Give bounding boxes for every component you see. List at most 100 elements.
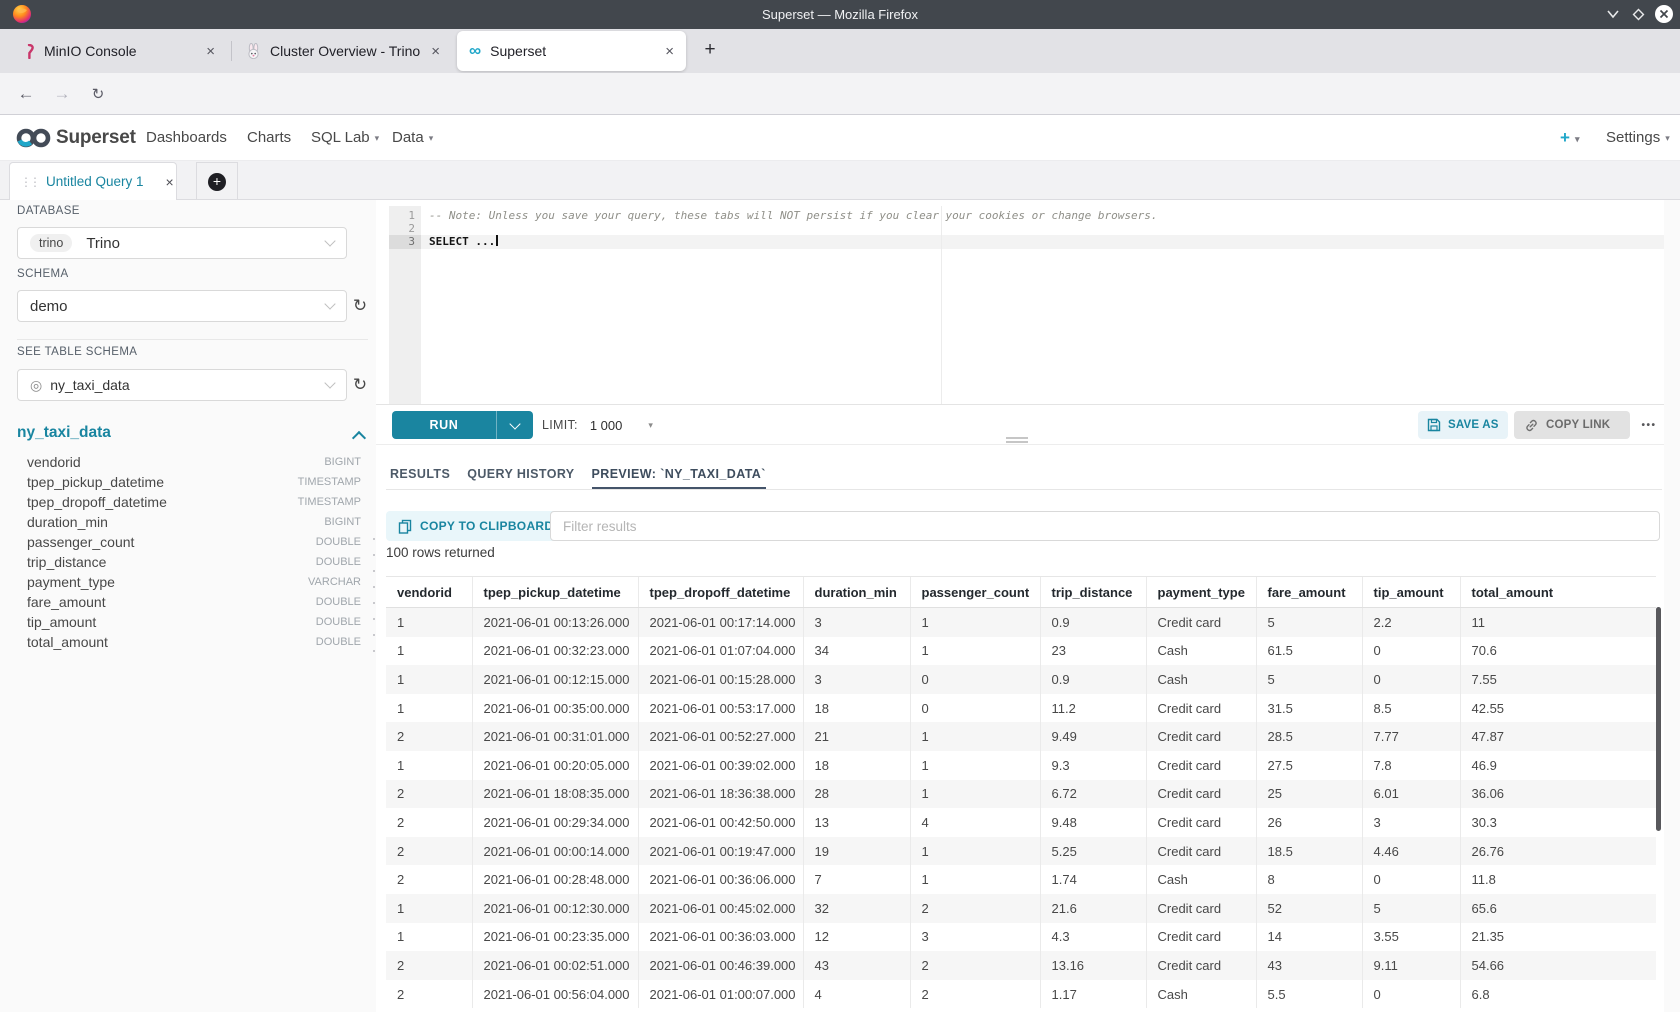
results-cell: 32: [803, 894, 910, 923]
forward-button[interactable]: →: [48, 73, 76, 114]
results-row: 22021-06-01 18:08:35.0002021-06-01 18:36…: [386, 780, 1656, 809]
results-cell: 36.06: [1460, 780, 1656, 809]
results-cell: 2.2: [1362, 608, 1460, 637]
pane-resize-handle[interactable]: [1006, 437, 1028, 444]
reload-button[interactable]: ↻: [84, 73, 112, 114]
results-cell: 5.25: [1040, 837, 1146, 866]
copy-to-clipboard-button[interactable]: COPY TO CLIPBOARD: [386, 511, 565, 541]
results-header-cell[interactable]: trip_distance: [1040, 577, 1146, 608]
drag-handle-icon[interactable]: ⋮⋮: [20, 175, 38, 189]
database-label: DATABASE: [17, 205, 80, 217]
results-cell: 2: [910, 980, 1040, 1009]
minimize-button[interactable]: [1606, 9, 1620, 19]
south-tab-query-history[interactable]: QUERY HISTORY: [467, 467, 574, 490]
copy-link-button[interactable]: COPY LINK: [1514, 411, 1630, 439]
results-header-cell[interactable]: total_amount: [1460, 577, 1656, 608]
results-header-cell[interactable]: passenger_count: [910, 577, 1040, 608]
sidebar-resize-handle[interactable]: [373, 538, 375, 656]
database-select[interactable]: trino Trino: [17, 227, 347, 259]
results-cell: 2021-06-01 00:17:14.000: [638, 608, 803, 637]
results-cell: 0: [1362, 865, 1460, 894]
south-tab-preview-ny-taxi-data[interactable]: PREVIEW: `NY_TAXI_DATA`: [592, 467, 766, 490]
schema-column-name: duration_min: [17, 514, 108, 530]
sql-comment-line[interactable]: -- Note: Unless you save your query, the…: [429, 209, 1157, 222]
tab-close-icon[interactable]: ×: [665, 44, 674, 59]
results-cell: 4.46: [1362, 837, 1460, 866]
schema-column-name: total_amount: [17, 634, 108, 650]
results-cell: 2: [386, 951, 472, 980]
tabs-bottom-border: [386, 489, 1662, 490]
sql-select-line[interactable]: SELECT ...: [429, 235, 498, 248]
results-cell: 2021-06-01 00:42:50.000: [638, 808, 803, 837]
results-cell: 2021-06-01 00:12:30.000: [472, 894, 638, 923]
results-cell: Cash: [1146, 665, 1256, 694]
run-options-chevron[interactable]: [497, 423, 533, 428]
maximize-button[interactable]: [1632, 8, 1645, 21]
back-button[interactable]: ←: [12, 73, 40, 114]
chevron-down-icon: [324, 377, 335, 388]
south-tab-results[interactable]: RESULTS: [390, 467, 450, 490]
results-header-cell[interactable]: tpep_pickup_datetime: [472, 577, 638, 608]
results-cell: 1: [910, 722, 1040, 751]
limit-dropdown[interactable]: LIMIT: 1 000 ▾: [542, 411, 653, 439]
more-actions-button[interactable]: •••: [1636, 411, 1662, 439]
results-cell: 1: [910, 751, 1040, 780]
schema-column-type: DOUBLE: [316, 616, 361, 628]
results-cell: 9.49: [1040, 722, 1146, 751]
results-header-cell[interactable]: tip_amount: [1362, 577, 1460, 608]
results-cell: 34: [803, 637, 910, 666]
filter-results-input[interactable]: [550, 511, 1660, 541]
settings-menu[interactable]: Settings▾: [1606, 115, 1670, 161]
run-query-button[interactable]: RUN: [392, 411, 533, 439]
results-cell: 3: [803, 665, 910, 694]
schema-column-row: tpep_pickup_datetimeTIMESTAMP: [17, 472, 361, 492]
tab-close-icon[interactable]: ×: [431, 44, 440, 59]
browser-tab-minio[interactable]: MinIO Console ×: [9, 31, 227, 71]
results-cell: 0: [1362, 637, 1460, 666]
nav-item-dashboards[interactable]: Dashboards: [146, 115, 227, 160]
schema-value: demo: [30, 298, 68, 315]
schema-column-row: trip_distanceDOUBLE: [17, 552, 361, 572]
new-tab-button[interactable]: +: [697, 37, 723, 63]
table-scrollbar-thumb[interactable]: [1656, 607, 1661, 831]
results-cell: Credit card: [1146, 751, 1256, 780]
query-tab-untitled[interactable]: ⋮⋮ Untitled Query 1 ×: [9, 162, 177, 200]
refresh-schema-icon[interactable]: ↻: [350, 296, 370, 316]
results-cell: 0: [910, 665, 1040, 694]
table-name-heading[interactable]: ny_taxi_data: [17, 424, 111, 442]
results-cell: 2: [910, 894, 1040, 923]
database-type-badge: trino: [30, 234, 72, 252]
add-new-button[interactable]: +▾: [1560, 115, 1579, 162]
refresh-table-icon[interactable]: ↻: [350, 375, 370, 395]
save-as-button[interactable]: SAVE AS: [1418, 411, 1508, 439]
results-cell: Credit card: [1146, 923, 1256, 952]
results-cell: 5: [1256, 665, 1362, 694]
nav-item-data[interactable]: Data▾: [392, 115, 433, 161]
schema-select[interactable]: demo: [17, 290, 347, 322]
browser-tab-trino[interactable]: Cluster Overview - Trino ×: [234, 31, 452, 71]
nav-item-sql-lab[interactable]: SQL Lab▾: [311, 115, 379, 161]
results-header-cell[interactable]: payment_type: [1146, 577, 1256, 608]
close-button[interactable]: [1655, 5, 1673, 23]
table-schema-select[interactable]: ◎ ny_taxi_data: [17, 369, 347, 401]
query-tab-close-icon[interactable]: ×: [166, 174, 174, 190]
trino-favicon: [246, 43, 261, 59]
results-cell: 2021-06-01 00:12:15.000: [472, 665, 638, 694]
chevron-down-icon: ▾: [1665, 133, 1670, 143]
nav-item-charts[interactable]: Charts: [247, 115, 291, 160]
results-cell: Credit card: [1146, 894, 1256, 923]
results-header-cell[interactable]: vendorid: [386, 577, 472, 608]
schema-column-type: DOUBLE: [316, 536, 361, 548]
results-cell: 52: [1256, 894, 1362, 923]
browser-tab-superset[interactable]: ∞ Superset ×: [457, 31, 686, 71]
add-query-tab[interactable]: +: [196, 162, 238, 200]
results-cell: 5.5: [1256, 980, 1362, 1009]
superset-brand-text[interactable]: Superset: [56, 115, 136, 160]
results-header-cell[interactable]: fare_amount: [1256, 577, 1362, 608]
schema-column-row: tip_amountDOUBLE: [17, 612, 361, 632]
tab-close-icon[interactable]: ×: [206, 44, 215, 59]
results-cell: Credit card: [1146, 694, 1256, 723]
editor-print-margin: [941, 206, 942, 404]
results-header-cell[interactable]: tpep_dropoff_datetime: [638, 577, 803, 608]
results-header-cell[interactable]: duration_min: [803, 577, 910, 608]
